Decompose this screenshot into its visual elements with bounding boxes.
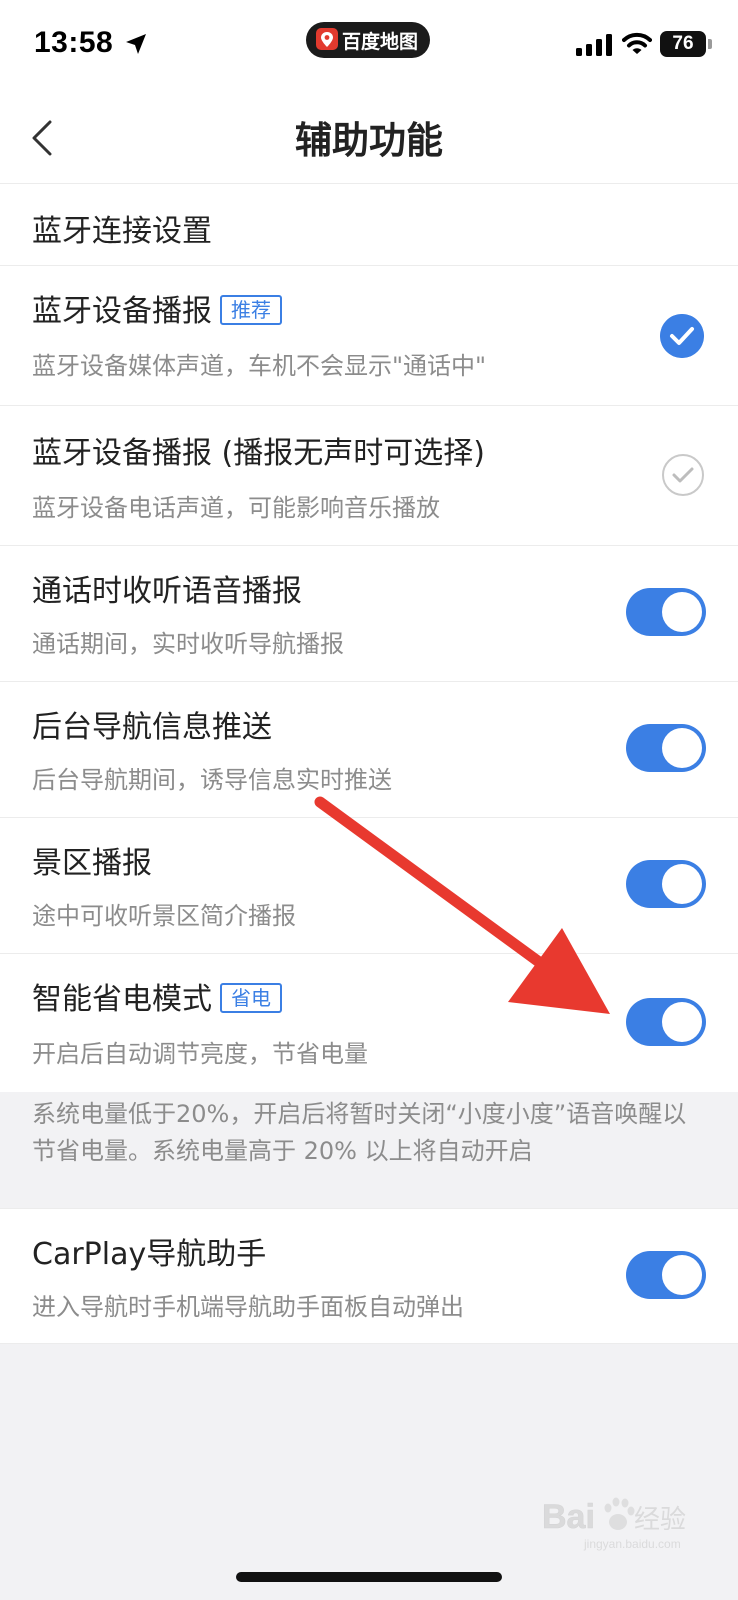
row-title: 蓝牙设备播报 推荐 [32, 286, 282, 330]
background-nav-push-toggle[interactable] [626, 724, 706, 772]
location-arrow-icon [126, 34, 146, 54]
nav-bar: 辅助功能 [0, 92, 738, 184]
power-saving-badge: 省电 [220, 983, 282, 1013]
selected-check-icon[interactable] [660, 314, 704, 358]
carplay-nav-assistant-row: CarPlay导航助手 进入导航时手机端导航助手面板自动弹出 [0, 1208, 738, 1344]
row-subtitle: 蓝牙设备媒体声道，车机不会显示"通话中" [32, 352, 487, 380]
row-title: 智能省电模式 省电 [32, 974, 282, 1018]
toggle-knob [662, 864, 702, 904]
row-title: 蓝牙连接设置 [32, 214, 212, 249]
carplay-nav-assistant-toggle[interactable] [626, 1251, 706, 1299]
status-bar: 13:58 百度地图 76 [0, 0, 738, 92]
toggle-knob [662, 592, 702, 632]
row-title: 蓝牙设备播报 (播报无声时可选择) [32, 436, 485, 471]
cellular-signal-icon [576, 34, 612, 56]
row-title: 景区播报 [32, 846, 152, 881]
baidu-map-pin-icon [316, 28, 338, 50]
toggle-knob [662, 728, 702, 768]
annotation-arrow-icon [314, 796, 610, 1014]
row-subtitle: 进入导航时手机端导航助手面板自动弹出 [32, 1293, 464, 1321]
wifi-icon [622, 32, 652, 54]
app-indicator-pill[interactable]: 百度地图 [306, 22, 430, 58]
page-title: 辅助功能 [295, 119, 443, 162]
power-saving-note: 系统电量低于20%，开启后将暂时关闭“小度小度”语音唤醒以节省电量。系统电量高于… [0, 1092, 738, 1208]
listen-during-call-row: 通话时收听语音播报 通话期间，实时收听导航播报 [0, 546, 738, 682]
svg-text:经验: 经验 [634, 1505, 686, 1535]
bluetooth-media-broadcast-row[interactable]: 蓝牙设备播报 推荐 蓝牙设备媒体声道，车机不会显示"通话中" [0, 266, 738, 406]
battery-icon: 76 [660, 31, 712, 57]
bluetooth-call-broadcast-row[interactable]: 蓝牙设备播报 (播报无声时可选择) 蓝牙设备电话声道，可能影响音乐播放 [0, 406, 738, 546]
status-time: 13:58 [34, 26, 114, 59]
unselected-check-icon[interactable] [662, 454, 704, 496]
row-title: 后台导航信息推送 [32, 710, 272, 745]
row-title-text: 智能省电模式 [32, 982, 212, 1017]
app-indicator-name: 百度地图 [342, 31, 419, 53]
toggle-knob [662, 1255, 702, 1295]
listen-during-call-toggle[interactable] [626, 588, 706, 636]
svg-text:Bai: Bai [542, 1498, 595, 1536]
recommend-badge: 推荐 [220, 295, 282, 325]
row-title: 通话时收听语音播报 [32, 574, 302, 609]
row-subtitle: 途中可收听景区简介播报 [32, 902, 296, 930]
row-subtitle: 蓝牙设备电话声道，可能影响音乐播放 [32, 494, 440, 522]
svg-text:jingyan.baidu.com: jingyan.baidu.com [583, 1537, 681, 1551]
bluetooth-connection-settings-row[interactable]: 蓝牙连接设置 [0, 184, 738, 266]
baidu-jingyan-watermark-icon: Bai 经验 jingyan.baidu.com [542, 1497, 686, 1551]
row-title-text: 蓝牙设备播报 [32, 294, 212, 329]
row-subtitle: 通话期间，实时收听导航播报 [32, 630, 344, 658]
toggle-knob [662, 1002, 702, 1042]
home-indicator[interactable] [236, 1572, 502, 1582]
row-title: CarPlay导航助手 [32, 1237, 267, 1272]
